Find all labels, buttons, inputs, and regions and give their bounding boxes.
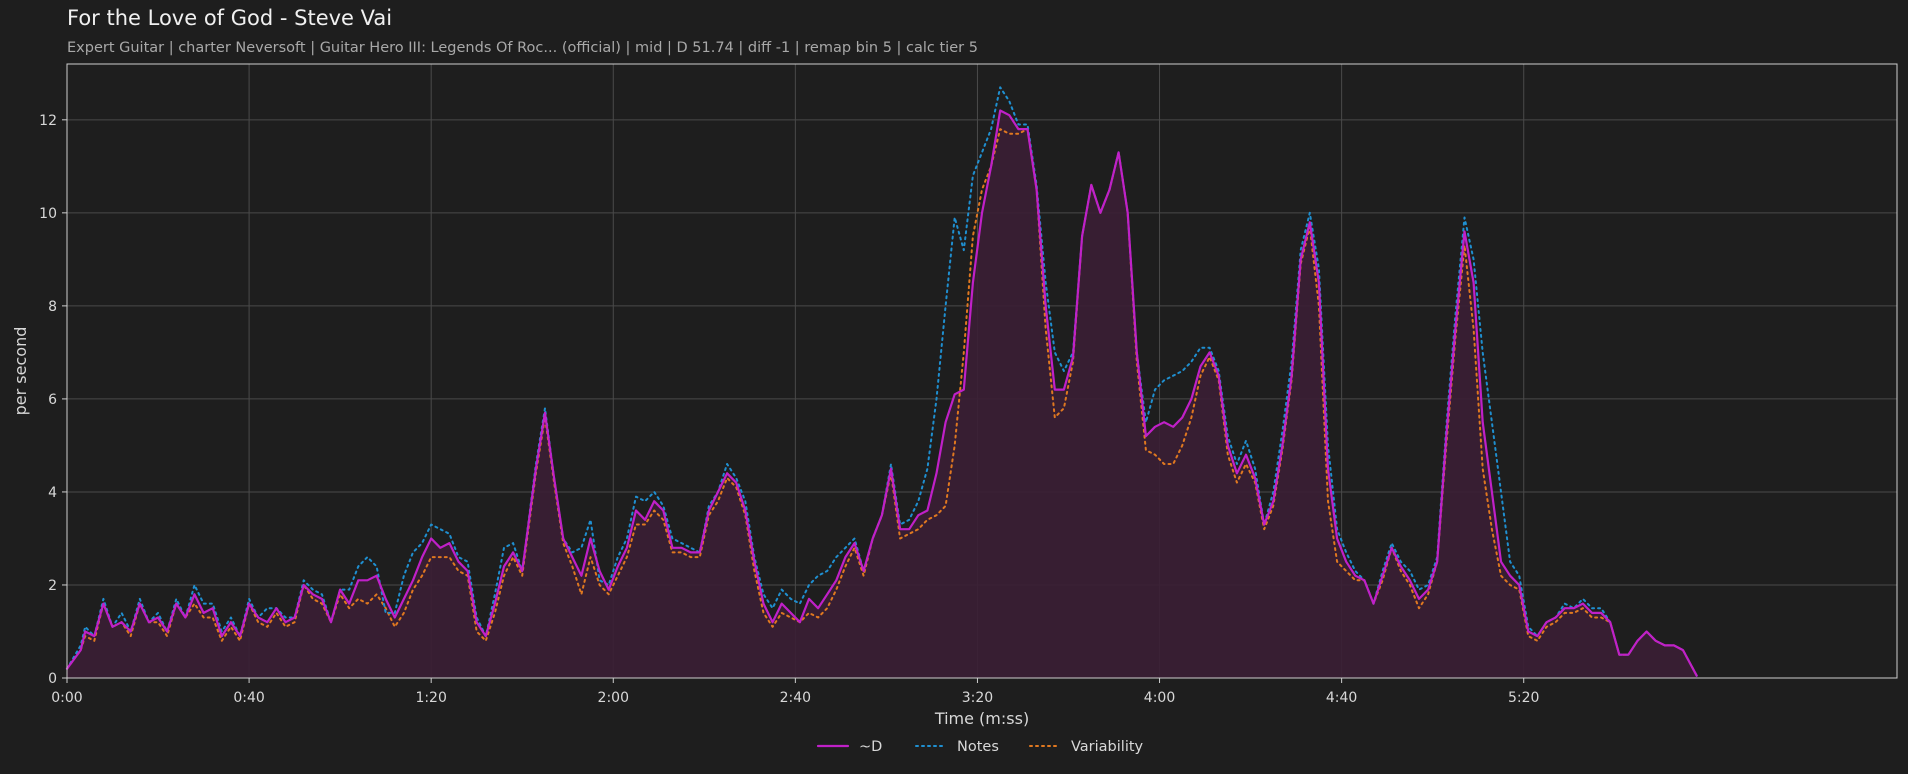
legend-label: ~D — [859, 739, 882, 755]
line-chart: 0:00 0:40 1:20 2:00 2:40 3:20 4:00 4:40 5:20 0 2 4… — [11, 63, 1898, 755]
y-axis-label: per second — [11, 327, 30, 416]
y-tick-label: 2 — [48, 578, 57, 594]
x-tick-label: 4:00 — [1144, 690, 1175, 706]
y-tick-label: 4 — [48, 485, 57, 501]
y-axis-ticks: 0 2 4 6 8 10 12 — [39, 113, 67, 687]
legend-label: Notes — [957, 739, 999, 755]
x-tick-label: 2:40 — [780, 690, 811, 706]
y-tick-label: 0 — [48, 671, 57, 687]
legend: ~D Notes Variability — [816, 739, 1144, 755]
x-tick-label: 1:20 — [415, 690, 446, 706]
x-axis-ticks: 0:00 0:40 1:20 2:00 2:40 3:20 4:00 4:40 5:20 — [51, 678, 1539, 706]
y-tick-label: 6 — [48, 392, 57, 408]
x-axis-label: Time (m:ss) — [934, 709, 1029, 728]
x-tick-label: 3:20 — [962, 690, 993, 706]
y-tick-label: 8 — [48, 299, 57, 315]
x-tick-label: 0:00 — [51, 690, 82, 706]
y-tick-label: 12 — [39, 113, 57, 129]
y-tick-label: 10 — [39, 206, 57, 222]
x-tick-label: 0:40 — [233, 690, 264, 706]
legend-label: Variability — [1071, 739, 1144, 755]
x-tick-label: 2:00 — [598, 690, 629, 706]
x-tick-label: 5:20 — [1508, 690, 1539, 706]
x-tick-label: 4:40 — [1326, 690, 1357, 706]
